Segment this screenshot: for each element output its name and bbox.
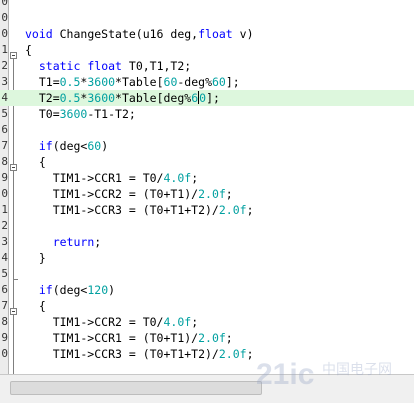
line-number: 8: [1, 155, 8, 168]
scrollbar-thumb[interactable]: [10, 381, 262, 395]
code-line[interactable]: 3 return;: [0, 234, 414, 250]
code-line[interactable]: 9 TIM1->CCR1 = (T0+T1)/2.0f;: [0, 330, 414, 346]
line-number: 7: [1, 139, 8, 152]
code-text: TIM1->CCR3 = (T0+T1+T2)/2.0f;: [25, 203, 254, 217]
code-text: if(deg<120): [38, 283, 116, 297]
code-text: {: [25, 155, 46, 169]
code-text: TIM1->CCR1 = T0/4.0f;: [25, 171, 199, 185]
code-text: TIM1->CCR2 = T0/4.0f;: [25, 315, 199, 329]
code-text: return;: [52, 235, 102, 249]
code-line[interactable]: 0: [0, 10, 414, 26]
code-text: TIM1->CCR1 = (T0+T1)/2.0f;: [25, 331, 233, 345]
code-line[interactable]: 1 TIM1->CCR3 = (T0+T1+T2)/2.0f;: [0, 202, 414, 218]
line-number: 0: [1, 187, 8, 200]
line-number: 9: [1, 331, 8, 344]
code-line[interactable]: 2: [0, 218, 414, 234]
code-text: }: [25, 251, 46, 265]
code-line[interactable]: 0: [0, 0, 414, 10]
code-line[interactable]: 5 T0=3600-T1-T2;: [0, 106, 414, 122]
code-text: static float T0,T1,T2;: [38, 59, 192, 73]
line-number: 4: [1, 251, 8, 264]
code-line[interactable]: 5: [0, 266, 414, 282]
code-text: void ChangeState(u16 deg,float v): [25, 27, 254, 41]
code-line[interactable]: 1{: [0, 42, 414, 58]
line-number: 6: [1, 123, 8, 136]
line-number: 0: [1, 27, 8, 40]
code-text: {: [25, 299, 46, 313]
line-number: 2: [1, 59, 8, 72]
code-text: TIM1->CCR3 = (T0+T1+T2)/2.0f;: [25, 347, 254, 361]
line-number: 4: [1, 91, 8, 104]
code-line[interactable]: 6: [0, 122, 414, 138]
code-line[interactable]: 9 TIM1->CCR1 = T0/4.0f;: [0, 170, 414, 186]
code-line[interactable]: 8 TIM1->CCR2 = T0/4.0f;: [0, 314, 414, 330]
line-number: 7: [1, 299, 8, 312]
line-number: 1: [1, 203, 8, 216]
line-number: 0: [1, 0, 8, 8]
code-line[interactable]: 6 if(deg<120): [0, 282, 414, 298]
line-number: 8: [1, 315, 8, 328]
code-line[interactable]: 3 T1=0.5*3600*Table[60-deg%60];: [0, 74, 414, 90]
line-number: 1: [1, 43, 8, 56]
svg-text:21ic: 21ic: [256, 358, 314, 391]
code-line[interactable]: 4 }: [0, 250, 414, 266]
code-line[interactable]: 0 TIM1->CCR2 = (T0+T1)/2.0f;: [0, 186, 414, 202]
line-number: 0: [1, 11, 8, 24]
line-number: 3: [1, 75, 8, 88]
code-line[interactable]: 8 {: [0, 154, 414, 170]
code-editor[interactable]: 0 0 0 void ChangeState(u16 deg,float v) 1{2 …: [0, 0, 414, 374]
code-line[interactable]: 4 T2=0.5*3600*Table[deg%60];: [0, 90, 414, 106]
line-number: 5: [1, 267, 8, 280]
line-number: 2: [1, 219, 8, 232]
line-number: 9: [1, 171, 8, 184]
watermark-logo: 21ic 中国电子网: [256, 358, 392, 391]
code-text: if(deg<60): [38, 139, 109, 153]
line-number: 0: [1, 347, 8, 360]
code-line[interactable]: 0 void ChangeState(u16 deg,float v): [0, 26, 414, 42]
code-text: T0=3600-T1-T2;: [25, 107, 136, 121]
line-number: 3: [1, 235, 8, 248]
code-text: {: [25, 43, 32, 57]
code-text: TIM1->CCR2 = (T0+T1)/2.0f;: [25, 187, 233, 201]
code-line[interactable]: 7 if(deg<60): [0, 138, 414, 154]
code-text: T1=0.5*3600*Table[60-deg%60];: [25, 75, 240, 89]
code-line[interactable]: 7 {: [0, 298, 414, 314]
code-text: T2=0.5*3600*Table[deg%60];: [25, 91, 220, 105]
line-number: 6: [1, 283, 8, 296]
svg-text:中国电子网: 中国电子网: [322, 362, 392, 378]
code-line[interactable]: 2 static float T0,T1,T2;: [0, 58, 414, 74]
line-number: 5: [1, 107, 8, 120]
